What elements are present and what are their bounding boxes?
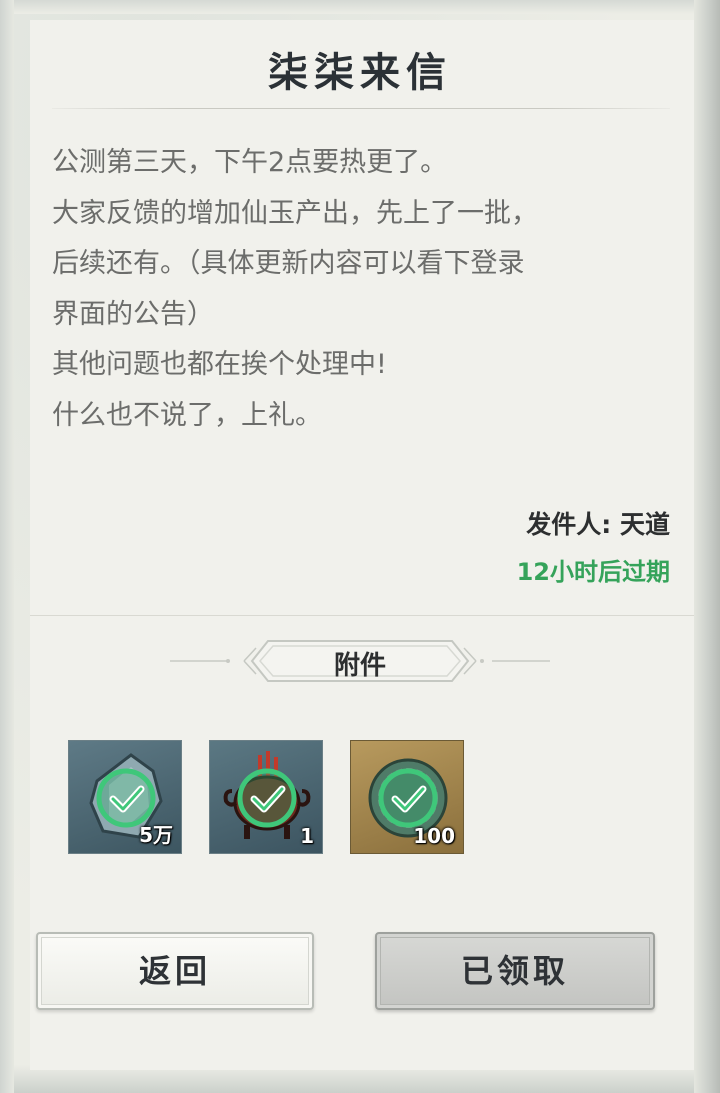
mail-expiry: 12小时后过期 [516,558,670,586]
attachment-count: 5万 [139,823,173,847]
mail-body-line: 公测第三天，下午2点要热更了。 [52,147,448,178]
frame-top-edge [14,0,694,14]
attachment-item[interactable]: 5万 [68,740,182,854]
mail-title: 柒柒来信 [268,49,452,96]
mail-body: 公测第三天，下午2点要热更了。 大家反馈的增加仙玉产出，先上了一批， 后续还有。… [52,138,682,441]
claimed-button[interactable]: 已领取 [375,932,655,1010]
attachments-label: 附件 [333,651,386,681]
attachment-count: 100 [413,824,455,848]
mail-sender: 发件人: 天道 [526,510,670,539]
attachments-header: 附件 [160,636,560,686]
section-divider [30,615,694,616]
mail-body-line: 其他问题也都在挨个处理中! [52,349,387,380]
back-button[interactable]: 返回 [36,932,314,1010]
title-divider [52,108,670,109]
mail-body-line: 什么也不说了，上礼。 [52,399,322,431]
attachment-item[interactable]: 100 [350,740,464,854]
mail-body-line: 大家反馈的增加仙玉产出，先上了一批， [52,197,538,229]
attachment-item[interactable]: 1 [209,740,323,854]
mail-window: 柒柒来信 公测第三天，下午2点要热更了。 大家反馈的增加仙玉产出，先上了一批， … [0,0,720,1093]
mail-body-line: 后续还有。（具体更新内容可以看下登录 [52,248,525,279]
mail-body-line: 界面的公告） [52,298,214,330]
attachment-count: 1 [300,824,314,848]
